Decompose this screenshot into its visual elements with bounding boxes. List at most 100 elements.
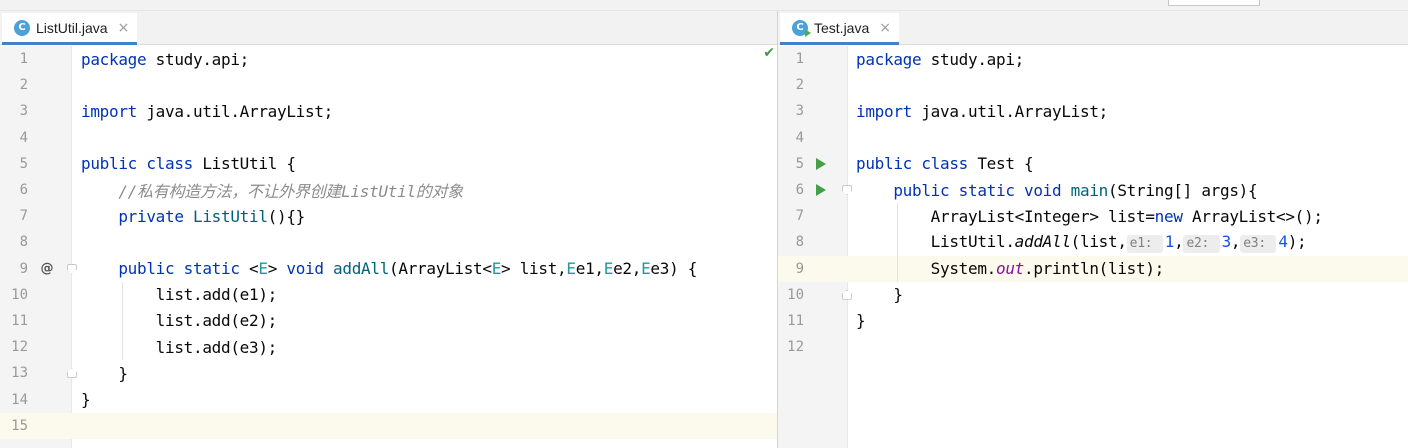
code-text: System.out.println(list); xyxy=(856,259,1165,279)
code-token: import xyxy=(81,101,147,121)
code-token: import xyxy=(856,101,922,121)
toolbar-search-box[interactable] xyxy=(1168,0,1260,6)
code-line[interactable]: 4 xyxy=(778,125,1408,151)
line-number[interactable]: 7 xyxy=(778,208,804,224)
code-token: < xyxy=(249,259,259,279)
code-line[interactable]: 8 xyxy=(0,229,777,255)
java-class-runnable-icon: C xyxy=(792,19,811,37)
code-line[interactable]: 11} xyxy=(778,308,1408,334)
code-line[interactable]: 2 xyxy=(0,72,777,98)
right-code-area[interactable]: 1 package study.api; 2 3 import java.util.Ar… xyxy=(778,46,1408,448)
line-number[interactable]: 4 xyxy=(0,130,28,146)
code-token: out xyxy=(996,259,1024,279)
code-token: , xyxy=(1230,231,1241,251)
fold-marker-icon[interactable] xyxy=(842,289,852,300)
line-number[interactable]: 6 xyxy=(778,182,804,198)
line-number[interactable]: 5 xyxy=(778,156,804,172)
code-line[interactable]: 7 ArrayList<Integer> list=new ArrayList<… xyxy=(778,203,1408,229)
code-line[interactable]: 6 //私有构造方法，不让外界创建ListUtil的对象 xyxy=(0,177,777,203)
line-number[interactable]: 6 xyxy=(0,182,28,198)
code-line[interactable]: 15 xyxy=(0,412,777,439)
code-line[interactable]: 2 xyxy=(778,72,1408,98)
code-token: new xyxy=(1154,206,1192,226)
code-line[interactable]: 4 xyxy=(0,125,777,151)
run-gutter-icon[interactable] xyxy=(816,184,826,197)
line-number[interactable]: 8 xyxy=(0,234,28,250)
code-text: import java.util.ArrayList; xyxy=(81,102,333,121)
code-token: .println(list); xyxy=(1024,259,1164,279)
code-token: study.api; xyxy=(155,49,250,69)
code-token: } xyxy=(81,363,128,383)
line-number[interactable]: 3 xyxy=(778,103,804,119)
code-line[interactable]: 7 private ListUtil(){} xyxy=(0,203,777,229)
tab-test-java[interactable]: C Test.java × xyxy=(780,13,899,45)
line-number[interactable]: 1 xyxy=(778,51,804,67)
parameter-hint: e2: xyxy=(1183,234,1220,253)
code-token: addAll xyxy=(1014,231,1071,251)
code-token: main xyxy=(1070,180,1109,200)
fold-marker-icon[interactable] xyxy=(67,368,77,379)
run-gutter-icon[interactable] xyxy=(816,157,826,170)
code-line[interactable]: 9 System.out.println(list); xyxy=(778,255,1408,282)
line-number[interactable]: 3 xyxy=(0,103,28,119)
code-line[interactable]: 9 @ public static <E> void addAll(ArrayLi… xyxy=(0,256,777,282)
fold-marker-icon[interactable] xyxy=(842,185,852,196)
line-number[interactable]: 15 xyxy=(0,418,28,434)
code-line[interactable]: 13 } xyxy=(0,360,777,386)
line-number[interactable]: 5 xyxy=(0,156,28,172)
line-number[interactable]: 4 xyxy=(778,130,804,146)
close-icon[interactable]: × xyxy=(118,20,130,36)
code-line[interactable]: 5 public class ListUtil { xyxy=(0,151,777,177)
annotation-gutter-icon[interactable]: @ xyxy=(40,261,54,276)
line-number[interactable]: 2 xyxy=(0,77,28,93)
line-number[interactable]: 2 xyxy=(778,77,804,93)
code-token: package xyxy=(81,49,156,69)
code-line[interactable]: 12 xyxy=(778,334,1408,360)
code-line[interactable]: 12 list.add(e3); xyxy=(0,334,777,360)
code-line[interactable]: 5 public class Test { xyxy=(778,151,1408,177)
code-text: import java.util.ArrayList; xyxy=(856,102,1108,121)
line-number[interactable]: 11 xyxy=(0,313,28,329)
parameter-hint: e1: xyxy=(1126,234,1163,253)
line-number[interactable]: 9 xyxy=(0,261,28,277)
code-token: e1, xyxy=(575,259,604,279)
code-line[interactable]: 1 package study.api; xyxy=(0,46,777,72)
code-token: 4 xyxy=(1278,231,1288,251)
line-number[interactable]: 7 xyxy=(0,208,28,224)
code-token: ); xyxy=(1287,231,1307,251)
code-token: public static void xyxy=(856,180,1071,200)
code-token: 1 xyxy=(1164,231,1175,251)
code-token: 3 xyxy=(1221,231,1232,251)
line-number[interactable]: 12 xyxy=(0,339,28,355)
line-number[interactable]: 10 xyxy=(778,287,804,303)
close-icon[interactable]: × xyxy=(879,20,891,36)
code-token: Test { xyxy=(977,154,1034,174)
code-line[interactable]: 8 ListUtil.addAll(list, e1: 1, e2: 3, e3: 4… xyxy=(778,229,1408,255)
code-token: E xyxy=(566,259,576,279)
line-number[interactable]: 10 xyxy=(0,287,28,303)
code-text: } xyxy=(81,364,128,383)
line-number[interactable]: 12 xyxy=(778,339,804,355)
code-line[interactable]: 3 import java.util.ArrayList; xyxy=(778,98,1408,124)
code-token: public class xyxy=(81,154,203,174)
code-line[interactable]: 3 import java.util.ArrayList; xyxy=(0,98,777,124)
code-line[interactable]: 6 public static void main(String[] args)… xyxy=(778,177,1408,203)
code-text: public static void main(String[] args){ xyxy=(856,181,1257,200)
tab-listutil-java[interactable]: C ListUtil.java × xyxy=(2,13,138,45)
code-line[interactable]: 10 } xyxy=(778,282,1408,308)
line-number[interactable]: 1 xyxy=(0,51,28,67)
line-number[interactable]: 9 xyxy=(778,261,804,277)
line-number[interactable]: 8 xyxy=(778,234,804,250)
left-editor-pane: C ListUtil.java × ✔ 1 package study.api; 2… xyxy=(0,11,777,448)
left-code-area[interactable]: 1 package study.api; 2 3 import java.util.Ar… xyxy=(0,46,777,448)
code-line[interactable]: 1 package study.api; xyxy=(778,46,1408,72)
code-line[interactable]: 10 list.add(e1); xyxy=(0,282,777,308)
line-number[interactable]: 13 xyxy=(0,365,28,381)
code-token: //私有构造方法，不让外界创建ListUtil的对象 xyxy=(81,182,463,202)
line-number[interactable]: 14 xyxy=(0,392,28,408)
fold-marker-icon[interactable] xyxy=(67,263,77,274)
line-number[interactable]: 11 xyxy=(778,313,804,329)
code-line[interactable]: 11 list.add(e2); xyxy=(0,308,777,334)
code-token: E xyxy=(603,259,614,279)
code-line[interactable]: 14} xyxy=(0,386,777,412)
